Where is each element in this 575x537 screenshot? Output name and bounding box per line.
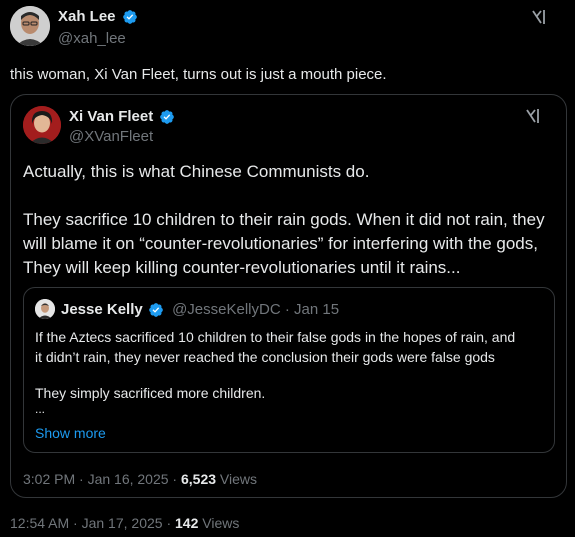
- outer-timestamp[interactable]: 12:54 AM · Jan 17, 2025 ·: [10, 515, 175, 531]
- nested-text-line3: They simply sacrificed more children.: [35, 385, 266, 401]
- verified-badge-icon: [122, 9, 138, 25]
- xah-lee-avatar[interactable]: [10, 6, 50, 46]
- verified-badge-icon: [148, 302, 164, 318]
- verified-badge-icon: [159, 109, 175, 125]
- outer-timestamp-row: 12:54 AM · Jan 17, 2025 · 142 Views: [10, 515, 239, 531]
- author-name[interactable]: Xah Lee: [58, 8, 116, 25]
- quoted-views-label: Views: [219, 471, 258, 487]
- nested-header: Jesse Kelly @JesseKellyDC · Jan 15: [61, 301, 339, 318]
- quoted-author-row: Xi Van Fleet: [69, 108, 175, 125]
- outer-views-count: 142: [175, 515, 199, 531]
- quoted-timestamp-row: 3:02 PM · Jan 16, 2025 · 6,523 Views: [23, 471, 257, 487]
- xi-van-fleet-avatar[interactable]: [23, 106, 61, 144]
- author-handle[interactable]: @xah_lee: [58, 30, 126, 47]
- tweet-text: this woman, Xi Van Fleet, turns out is j…: [10, 66, 387, 83]
- jesse-kelly-avatar[interactable]: [35, 299, 55, 319]
- grok-icon[interactable]: [530, 7, 550, 27]
- quoted-timestamp[interactable]: 3:02 PM · Jan 16, 2025 ·: [23, 471, 181, 487]
- show-more-link[interactable]: Show more: [35, 423, 106, 443]
- quoted-text-line1: Actually, this is what Chinese Communist…: [23, 162, 370, 181]
- nested-author-name[interactable]: Jesse Kelly: [61, 301, 143, 318]
- quoted-text-line4: They will keep killing counter-revolutio…: [23, 258, 461, 277]
- nested-ellipsis: ...: [35, 402, 46, 416]
- quoted-text-line2: They sacrifice 10 children to their rain…: [23, 210, 545, 229]
- quoted-author-handle[interactable]: @XVanFleet: [69, 128, 153, 145]
- grok-icon[interactable]: [524, 106, 544, 126]
- nested-text-line1: If the Aztecs sacrificed 10 children to …: [35, 329, 516, 345]
- quoted-author-name[interactable]: Xi Van Fleet: [69, 108, 153, 125]
- quoted-views-count: 6,523: [180, 471, 217, 487]
- outer-views-label: Views: [202, 515, 240, 531]
- quoted-text-line3: will blame it on “counter-revolutionarie…: [23, 234, 538, 253]
- nested-text-line2: it didn’t rain, they never reached the c…: [35, 349, 495, 365]
- nested-meta[interactable]: @JesseKellyDC · Jan 15: [172, 301, 339, 318]
- author-name-row: Xah Lee: [58, 8, 138, 25]
